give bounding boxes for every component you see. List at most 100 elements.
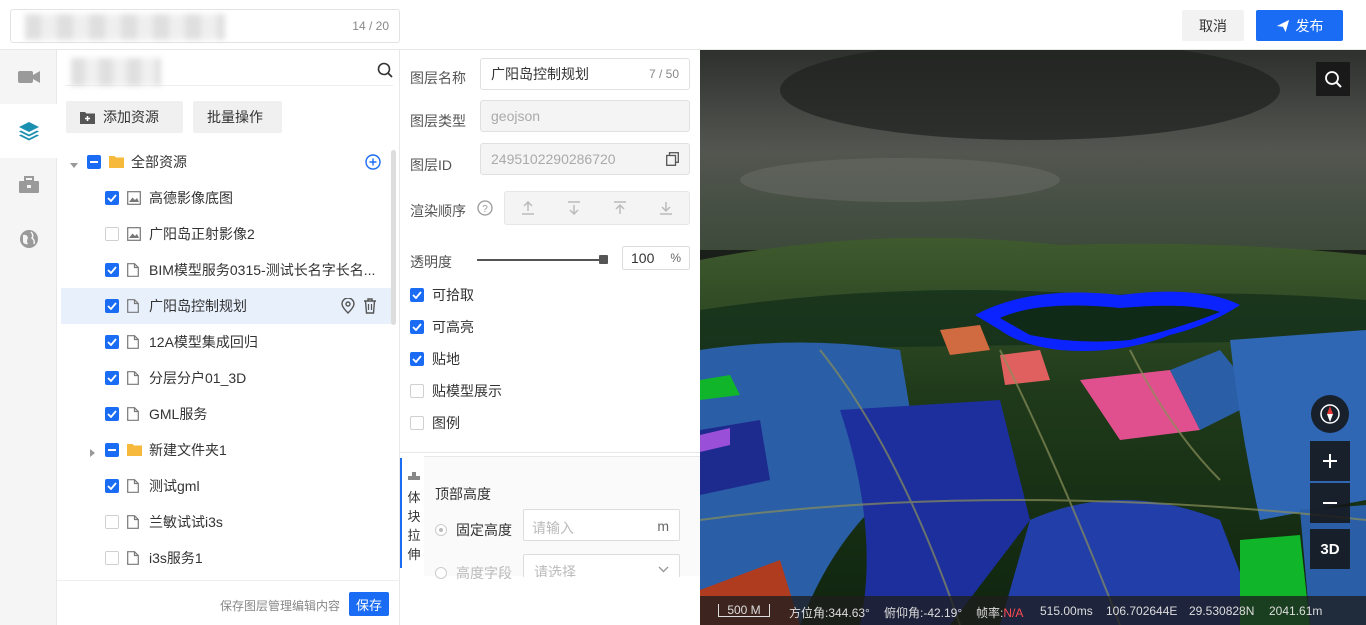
- layer-checkbox[interactable]: [105, 515, 119, 529]
- opacity-input[interactable]: 100 %: [622, 246, 690, 270]
- move-down-icon: [568, 201, 580, 215]
- fixed-height-radio[interactable]: 固定高度: [435, 520, 512, 540]
- height-field-select[interactable]: 请选择: [523, 554, 680, 577]
- fixed-height-input[interactable]: 请输入 m: [523, 509, 680, 541]
- tree-layer-node[interactable]: 分层分户01_3D: [61, 360, 391, 396]
- layer-checkbox[interactable]: [105, 443, 119, 457]
- height-field-radio[interactable]: 高度字段: [435, 563, 512, 583]
- tree-folder-node[interactable]: 新建文件夹1: [61, 432, 391, 468]
- opacity-slider-track[interactable]: [477, 259, 603, 261]
- tree-node-label: 全部资源: [131, 154, 187, 170]
- tree-scrollbar[interactable]: [391, 150, 396, 325]
- tree-layer-node[interactable]: BIM模型服务0315-测试长名字长名...: [61, 252, 391, 288]
- search-icon: [1325, 71, 1342, 88]
- tab-extrude[interactable]: 体 块 拉 伸: [400, 458, 426, 568]
- publish-label: 发布: [1295, 17, 1324, 34]
- layer-name-input[interactable]: 广阳岛控制规划 7 / 50: [480, 58, 690, 90]
- compass-button[interactable]: [1311, 395, 1349, 433]
- tree-folder-node[interactable]: 全部资源: [61, 144, 391, 180]
- zoom-in-button[interactable]: [1310, 441, 1350, 481]
- batch-operation-button[interactable]: 批量操作: [193, 101, 282, 133]
- rail-item-video[interactable]: [0, 50, 57, 104]
- layer-checkbox[interactable]: [105, 479, 119, 493]
- fixed-height-radio-dot: [435, 524, 447, 536]
- tab-extrude-char-1: 体: [407, 490, 421, 505]
- compass-icon: [1320, 404, 1340, 424]
- layer-type-label: 图层类型: [410, 113, 466, 129]
- top-bar: 14 / 20 取消 发布: [0, 0, 1366, 50]
- rail-item-globe[interactable]: [0, 212, 57, 266]
- option-checkbox-row[interactable]: 可高亮: [410, 318, 474, 336]
- layer-checkbox[interactable]: [105, 227, 119, 241]
- map-viewport[interactable]: 3D 500 M 方位角:344.63° 俯仰角:-42.19° 帧率:N/A …: [700, 50, 1366, 625]
- map-search-button[interactable]: [1316, 62, 1350, 96]
- option-checkbox-row[interactable]: 可拾取: [410, 286, 474, 304]
- add-resource-button[interactable]: 添加资源: [66, 101, 183, 133]
- option-label: 可高亮: [432, 319, 474, 335]
- layer-checkbox[interactable]: [105, 407, 119, 421]
- move-bottom-button[interactable]: [643, 192, 689, 224]
- layer-checkbox[interactable]: [105, 299, 119, 313]
- option-checkbox-row[interactable]: 贴模型展示: [410, 382, 502, 400]
- move-up-button[interactable]: [505, 192, 551, 224]
- option-label: 图例: [432, 415, 460, 431]
- altitude-readout: 2041.61m: [1269, 604, 1323, 618]
- tree-layer-node[interactable]: 12A模型集成回归: [61, 324, 391, 360]
- locate-pin-icon[interactable]: [341, 297, 355, 317]
- fixed-height-unit: m: [657, 518, 669, 534]
- option-checkbox[interactable]: [410, 416, 424, 430]
- layers-icon: [18, 122, 39, 141]
- caret-down-icon[interactable]: [69, 157, 79, 168]
- layer-properties-panel: 图层名称 广阳岛控制规划 7 / 50 图层类型 geojson 图层ID 24…: [400, 50, 724, 625]
- search-icon[interactable]: [377, 62, 393, 78]
- title-input[interactable]: 14 / 20: [10, 9, 400, 43]
- tree-layer-node[interactable]: 兰敏试试i3s: [61, 504, 391, 540]
- video-camera-icon: [17, 71, 40, 83]
- tab-extrude-char-4: 伸: [407, 547, 421, 562]
- layer-checkbox[interactable]: [105, 335, 119, 349]
- option-checkbox-row[interactable]: 贴地: [410, 350, 460, 368]
- rail-item-layers[interactable]: [0, 104, 57, 158]
- move-down-button[interactable]: [551, 192, 597, 224]
- tree-layer-node[interactable]: i3s服务1: [61, 540, 391, 576]
- render-order-label: 渲染顺序: [410, 203, 466, 219]
- copy-icon[interactable]: [666, 152, 679, 166]
- zoom-out-button[interactable]: [1310, 483, 1350, 523]
- move-top-button[interactable]: [597, 192, 643, 224]
- layer-checkbox[interactable]: [87, 155, 101, 169]
- add-resource-label: 添加资源: [103, 109, 159, 125]
- scale-bar: 500 M: [718, 604, 770, 617]
- tree-layer-node[interactable]: 广阳岛控制规划: [61, 288, 391, 324]
- caret-right-icon[interactable]: [87, 445, 97, 457]
- layer-tree: 全部资源高德影像底图 广阳岛正射影像2 BIM模型服务0315-测试长名字长名...…: [61, 144, 391, 576]
- tree-layer-node[interactable]: 测试gml: [61, 468, 391, 504]
- tree-layer-node[interactable]: 广阳岛正射影像2: [61, 216, 391, 252]
- opacity-slider-handle[interactable]: [599, 255, 608, 264]
- add-circle-icon[interactable]: [365, 154, 381, 173]
- rail-item-toolbox[interactable]: [0, 158, 57, 212]
- option-checkbox[interactable]: [410, 352, 424, 366]
- publish-button[interactable]: 发布: [1256, 10, 1343, 41]
- option-label: 可拾取: [432, 287, 474, 303]
- layer-checkbox[interactable]: [105, 371, 119, 385]
- layer-checkbox[interactable]: [105, 263, 119, 277]
- title-input-value-redacted: [25, 14, 225, 40]
- tree-search[interactable]: [65, 56, 393, 86]
- option-checkbox[interactable]: [410, 320, 424, 334]
- option-checkbox[interactable]: [410, 384, 424, 398]
- cancel-button[interactable]: 取消: [1182, 10, 1244, 41]
- save-button[interactable]: 保存: [349, 592, 389, 616]
- layer-type-value: geojson: [491, 108, 541, 124]
- delete-icon[interactable]: [363, 298, 377, 317]
- tree-footer: 保存图层管理编辑内容 保存: [57, 580, 400, 625]
- option-checkbox[interactable]: [410, 288, 424, 302]
- option-checkbox-row[interactable]: 图例: [410, 414, 460, 432]
- layer-checkbox[interactable]: [105, 551, 119, 565]
- node-actions: [341, 297, 377, 317]
- help-icon[interactable]: ?: [477, 200, 493, 216]
- layer-checkbox[interactable]: [105, 191, 119, 205]
- tree-layer-node[interactable]: GML服务: [61, 396, 391, 432]
- tree-layer-node[interactable]: 高德影像底图: [61, 180, 391, 216]
- top-height-label: 顶部高度: [435, 486, 491, 502]
- view-3d-button[interactable]: 3D: [1310, 529, 1350, 569]
